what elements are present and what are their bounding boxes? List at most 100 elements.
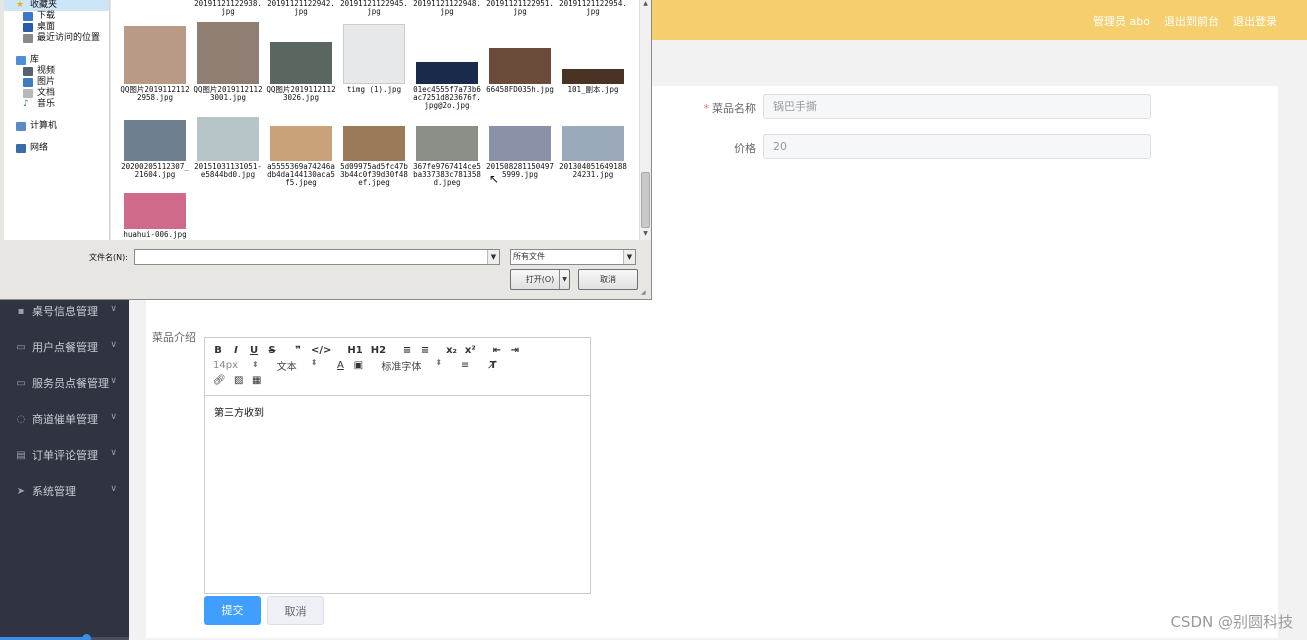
- text-type-value: 文本: [276, 362, 297, 373]
- file-item[interactable]: 101_副本.jpg: [557, 69, 629, 94]
- font-color-icon[interactable]: A: [335, 360, 345, 371]
- superscript-button[interactable]: x²: [465, 345, 476, 356]
- link-icon[interactable]: 🔗︎: [213, 375, 226, 386]
- progress-handle[interactable]: [82, 634, 92, 640]
- logout-link[interactable]: 退出登录: [1233, 13, 1277, 29]
- filename-input[interactable]: ▼: [134, 249, 500, 265]
- scroll-down-icon[interactable]: ▼: [640, 230, 651, 240]
- vertical-scrollbar[interactable]: ▲ ▼: [639, 0, 651, 240]
- rich-text-editor[interactable]: B I U S ❞ </> H1 H2 ≡ ≡ x₂ x² ⇤ ⇥ 14px ⬍ …: [204, 337, 591, 594]
- monitor-icon: ▭: [16, 341, 26, 353]
- align-icon[interactable]: ≡: [460, 360, 470, 371]
- file-item[interactable]: 20130405164918824231.jpg: [557, 126, 629, 179]
- file-item[interactable]: 367fe9767414ce5ba337383c781358d.jpeg: [411, 126, 483, 187]
- dish-name-label-text: 菜品名称: [712, 102, 756, 115]
- file-item[interactable]: QQ图片20191121122958.jpg: [119, 26, 191, 102]
- scroll-thumb[interactable]: [641, 172, 650, 228]
- nav-gap: [4, 132, 109, 143]
- image-thumbnail: [197, 117, 259, 161]
- code-button[interactable]: </>: [311, 345, 331, 356]
- clear-format-icon[interactable]: T̸: [488, 360, 498, 371]
- nav-label: 计算机: [30, 121, 58, 131]
- dialog-cancel-button[interactable]: 取消: [578, 269, 638, 290]
- filetype-select[interactable]: 所有文件 ▼: [510, 249, 636, 265]
- nav-item-music[interactable]: ♪ 音乐: [4, 99, 109, 110]
- printer-icon: ▤: [16, 449, 26, 461]
- nav-item-documents[interactable]: 文档: [4, 88, 109, 99]
- submit-button[interactable]: 提交: [204, 596, 261, 625]
- file-item[interactable]: a5555369a74246adb4da144130aca5f5.jpeg: [265, 126, 337, 187]
- price-input[interactable]: 20: [763, 134, 1151, 159]
- scroll-up-icon[interactable]: ▲: [640, 0, 651, 10]
- bold-button[interactable]: B: [213, 345, 223, 356]
- editor-content[interactable]: 第三方收到: [205, 396, 590, 427]
- file-name: 5d09975ad5fc47b3b44c0f39d30f48ef.jpeg: [340, 162, 408, 187]
- file-item[interactable]: timg (1).jpg: [338, 24, 410, 94]
- sidebar-item-waiter-order[interactable]: ▭ 服务员点餐管理 ∨: [0, 365, 129, 401]
- file-item[interactable]: huahui-006.jpg: [119, 193, 191, 239]
- chevron-down-icon[interactable]: ▼: [487, 250, 499, 264]
- sidebar-item-user-order[interactable]: ▭ 用户点餐管理 ∨: [0, 329, 129, 365]
- nav-item-downloads[interactable]: 下载: [4, 11, 109, 22]
- background-color-icon[interactable]: ▣: [353, 360, 363, 371]
- file-item[interactable]: QQ图片20191121123001.jpg: [192, 22, 264, 102]
- file-item[interactable]: 20191121122948.jpg: [411, 0, 483, 16]
- nav-item-desktop[interactable]: 桌面: [4, 22, 109, 33]
- topbar-links: 管理员 abo 退出到前台 退出登录: [1093, 13, 1277, 29]
- bullet-list-button[interactable]: ≡: [420, 345, 430, 356]
- nav-item-videos[interactable]: 视频: [4, 66, 109, 77]
- nav-item-favorites[interactable]: ★ 收藏夹: [4, 0, 109, 11]
- sidebar-item-order-review[interactable]: ▤ 订单评论管理 ∨: [0, 437, 129, 473]
- video-icon[interactable]: ▦: [252, 375, 262, 386]
- file-item[interactable]: 5d09975ad5fc47b3b44c0f39d30f48ef.jpeg: [338, 126, 410, 187]
- image-icon[interactable]: ▨: [234, 375, 244, 386]
- open-button[interactable]: 打开(O) ▼: [510, 269, 570, 290]
- dish-name-input[interactable]: 锅巴手撕: [763, 94, 1151, 119]
- ordered-list-button[interactable]: ≡: [402, 345, 412, 356]
- open-split-arrow-icon[interactable]: ▼: [559, 270, 569, 289]
- cancel-button[interactable]: 取消: [267, 596, 324, 625]
- nav-item-computer[interactable]: 计算机: [4, 121, 109, 132]
- file-item[interactable]: 20151031131051-e5844bd0.jpg: [192, 117, 264, 179]
- strike-button[interactable]: S: [267, 345, 277, 356]
- file-name: QQ图片20191121123001.jpg: [193, 85, 263, 102]
- h1-button[interactable]: H1: [347, 345, 362, 356]
- nav-item-pictures[interactable]: 图片: [4, 77, 109, 88]
- text-type-select[interactable]: 文本 ⬍: [277, 358, 318, 373]
- file-item[interactable]: QQ图片20191121123026.jpg: [265, 42, 337, 102]
- toolbar-row-1: B I U S ❞ </> H1 H2 ≡ ≡ x₂ x² ⇤ ⇥: [213, 343, 582, 358]
- font-size-select[interactable]: 14px ⬍: [213, 360, 259, 371]
- file-item[interactable]: 20191121122938.jpg: [192, 0, 264, 16]
- sidebar-item-urge-order[interactable]: ◌ 商道催单管理 ∨: [0, 401, 129, 437]
- sidebar-item-label: 服务员点餐管理: [32, 377, 109, 390]
- required-mark: *: [703, 102, 710, 115]
- font-family-select[interactable]: 标准字体 ⬍: [381, 358, 442, 373]
- nav-item-network[interactable]: 网络: [4, 143, 109, 154]
- quote-button[interactable]: ❞: [293, 345, 303, 356]
- file-item[interactable]: 20191121122951.jpg: [484, 0, 556, 16]
- sidebar-item-system[interactable]: ➤ 系统管理 ∨: [0, 473, 129, 509]
- file-name: 367fe9767414ce5ba337383c781358d.jpeg: [413, 162, 481, 187]
- outdent-button[interactable]: ⇤: [492, 345, 502, 356]
- nav-label: 图片: [37, 77, 56, 87]
- nav-item-recent[interactable]: 最近访问的位置: [4, 33, 109, 44]
- file-item[interactable]: 01ec4555f7a73b6ac7251d823676f.jpg@2o.jpg: [411, 62, 483, 110]
- file-item[interactable]: 20191121122954.jpg: [557, 0, 629, 16]
- image-thumbnail: [489, 126, 551, 161]
- chevron-down-icon[interactable]: ▼: [623, 250, 635, 264]
- file-item[interactable]: 20191121122942.jpg: [265, 0, 337, 16]
- underline-button[interactable]: U: [249, 345, 259, 356]
- file-item[interactable]: 66458FD035h.jpg: [484, 48, 556, 94]
- file-item[interactable]: 20191121122945.jpg: [338, 0, 410, 16]
- subscript-button[interactable]: x₂: [446, 345, 457, 356]
- document-folder-icon: [23, 89, 33, 98]
- indent-button[interactable]: ⇥: [510, 345, 520, 356]
- italic-button[interactable]: I: [231, 345, 241, 356]
- resize-grip-icon[interactable]: ◢: [641, 289, 649, 297]
- back-to-front-link[interactable]: 退出到前台: [1164, 13, 1219, 29]
- file-name: 20191121122948.jpg: [413, 0, 481, 16]
- clock-icon: ◌: [16, 413, 26, 425]
- nav-item-library[interactable]: 库: [4, 55, 109, 66]
- file-item[interactable]: 20200205112307_21604.jpg: [119, 120, 191, 179]
- h2-button[interactable]: H2: [371, 345, 386, 356]
